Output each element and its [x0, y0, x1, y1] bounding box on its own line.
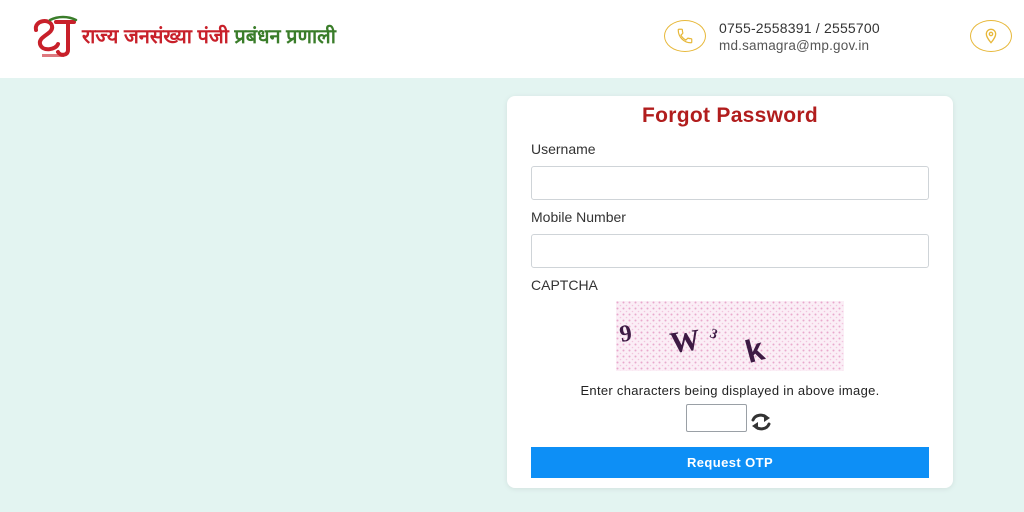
request-otp-button[interactable]: Request OTP: [531, 447, 929, 478]
header-bar: राज्य जनसंख्या पंजी प्रबंधन प्रणाली 0755…: [0, 0, 1024, 78]
site-title-part1: राज्य जनसंख्या पंजी: [82, 26, 229, 48]
phone-icon: [664, 20, 706, 52]
site-title-part2: प्रबंधन प्रणाली: [234, 26, 336, 48]
site-title: राज्य जनसंख्या पंजी प्रबंधन प्रणाली: [82, 22, 336, 49]
contact-email[interactable]: md.samagra@mp.gov.in: [719, 38, 869, 53]
username-input[interactable]: [531, 166, 929, 200]
mobile-number-label: Mobile Number: [531, 209, 626, 225]
mobile-number-input[interactable]: [531, 234, 929, 268]
location-pin-icon[interactable]: [970, 20, 1012, 52]
form-title: Forgot Password: [641, 104, 819, 127]
contact-phone: 0755-2558391 / 2555700: [719, 20, 880, 36]
captcha-label: CAPTCHA: [531, 277, 598, 293]
captcha-input[interactable]: [686, 404, 747, 432]
captcha-char-2: W: [668, 323, 702, 360]
samagra-logo-icon[interactable]: [28, 14, 80, 60]
captcha-image: 9 W 3 k: [616, 301, 844, 371]
refresh-icon[interactable]: [750, 412, 772, 432]
captcha-hint: Enter characters being displayed in abov…: [580, 383, 880, 398]
username-label: Username: [531, 141, 596, 157]
